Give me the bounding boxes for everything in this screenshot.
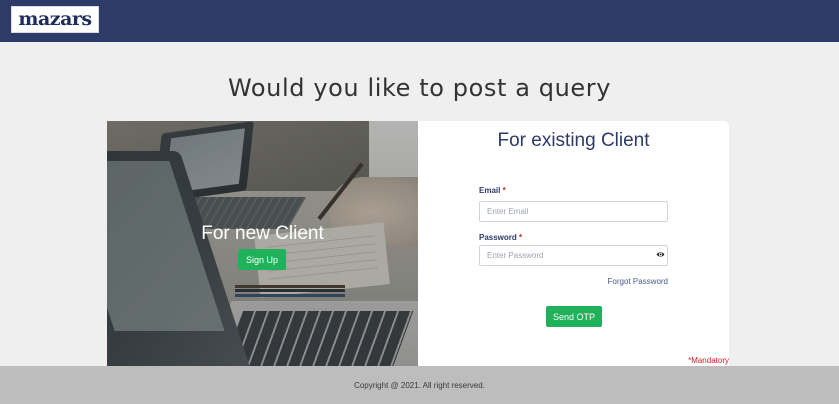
email-label: Email * [479,186,506,195]
top-navbar: mazars [0,0,839,42]
sign-up-button[interactable]: Sign Up [238,249,286,270]
password-field[interactable] [479,245,668,266]
page-heading: Would you like to post a query [227,74,612,102]
page-footer: Copyright @ 2021. All right reserved. [0,366,839,404]
logo-text: mazars [18,8,92,30]
email-field[interactable] [479,201,668,222]
copyright-text: Copyright @ 2021. All right reserved. [354,380,485,390]
existing-client-panel: For existing Client Email * Password * F… [418,121,729,371]
mazars-logo[interactable]: mazars [11,6,99,33]
password-required-marker: * [519,233,523,242]
forgot-password-link[interactable]: Forgot Password [568,277,668,286]
mandatory-note: *Mandatory [688,356,729,365]
password-label: Password * [479,233,522,242]
email-required-marker: * [502,186,506,195]
show-password-eye-icon[interactable] [656,250,665,259]
email-label-text: Email [479,186,501,195]
send-otp-button[interactable]: Send OTP [546,306,602,327]
new-client-panel: For new Client Sign Up [107,121,418,371]
password-label-text: Password [479,233,517,242]
query-card: For new Client Sign Up For existing Clie… [107,121,729,371]
new-client-title: For new Client [201,223,324,244]
existing-client-title: For existing Client [497,130,650,151]
photo-overlay [107,121,418,371]
